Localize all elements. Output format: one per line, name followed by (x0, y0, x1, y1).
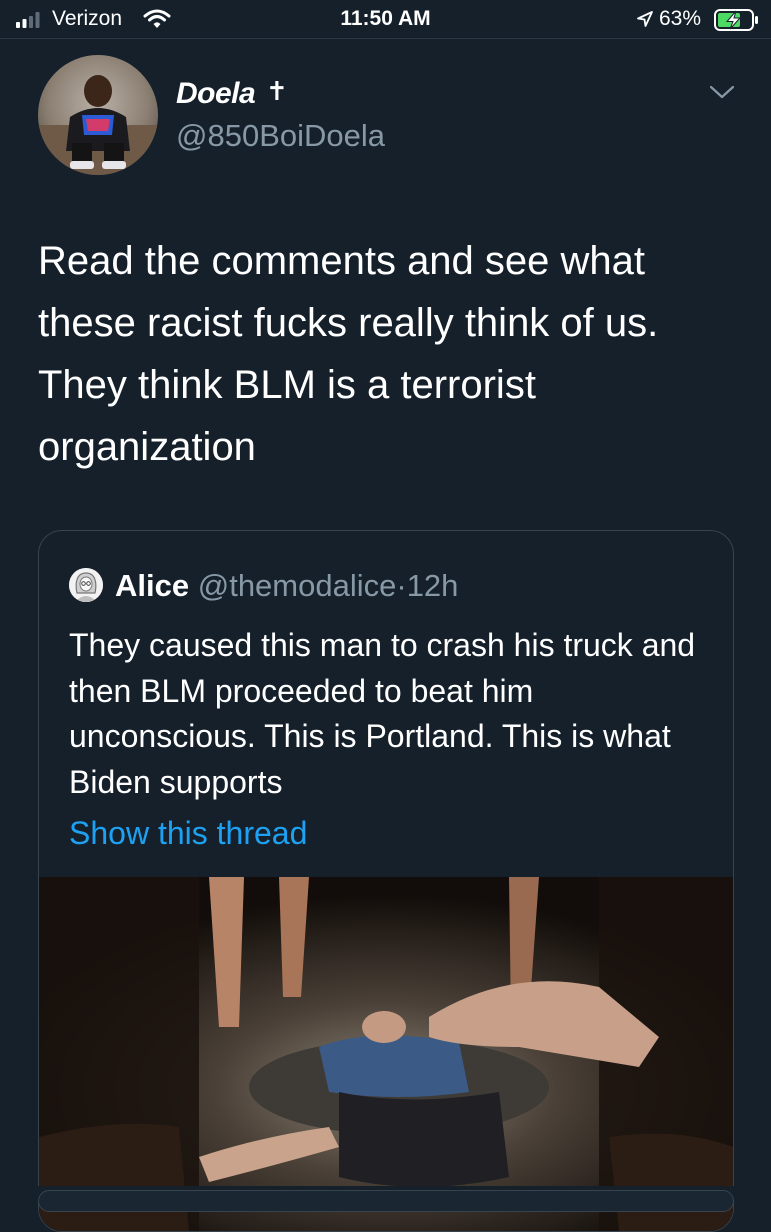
quoted-tweet-card[interactable]: Alice @themodalice·12h They caused this … (38, 530, 734, 1232)
show-thread-link[interactable]: Show this thread (69, 811, 307, 856)
author-avatar[interactable] (38, 55, 158, 175)
quoted-tweet-video-thumbnail[interactable] (39, 877, 733, 1231)
chevron-down-icon[interactable] (707, 82, 737, 102)
quoted-author-handle: @themodalice (197, 568, 397, 603)
tweet-text: Read the comments and see what these rac… (38, 239, 659, 469)
status-time: 11:50 AM (340, 7, 431, 30)
quoted-author-avatar (69, 568, 103, 602)
location-arrow-icon (637, 11, 653, 27)
battery-charging-icon (714, 9, 758, 31)
next-item-edge (38, 1190, 734, 1212)
quoted-tweet-time: 12h (406, 568, 459, 603)
quoted-author-name: Alice (115, 568, 190, 603)
quoted-tweet-meta: Alice @themodalice·12h (115, 567, 458, 605)
quoted-tweet-text: They caused this man to crash his truck … (69, 627, 696, 800)
cross-symbol: ✝ (266, 76, 288, 106)
battery-percentage: 63% (659, 7, 702, 30)
author-handle[interactable]: @850BoiDoela (176, 117, 385, 155)
meta-separator: · (396, 568, 407, 603)
author-display-name[interactable]: Doela (176, 76, 256, 112)
status-bar: Verizon 11:50 AM 63% (0, 0, 771, 39)
